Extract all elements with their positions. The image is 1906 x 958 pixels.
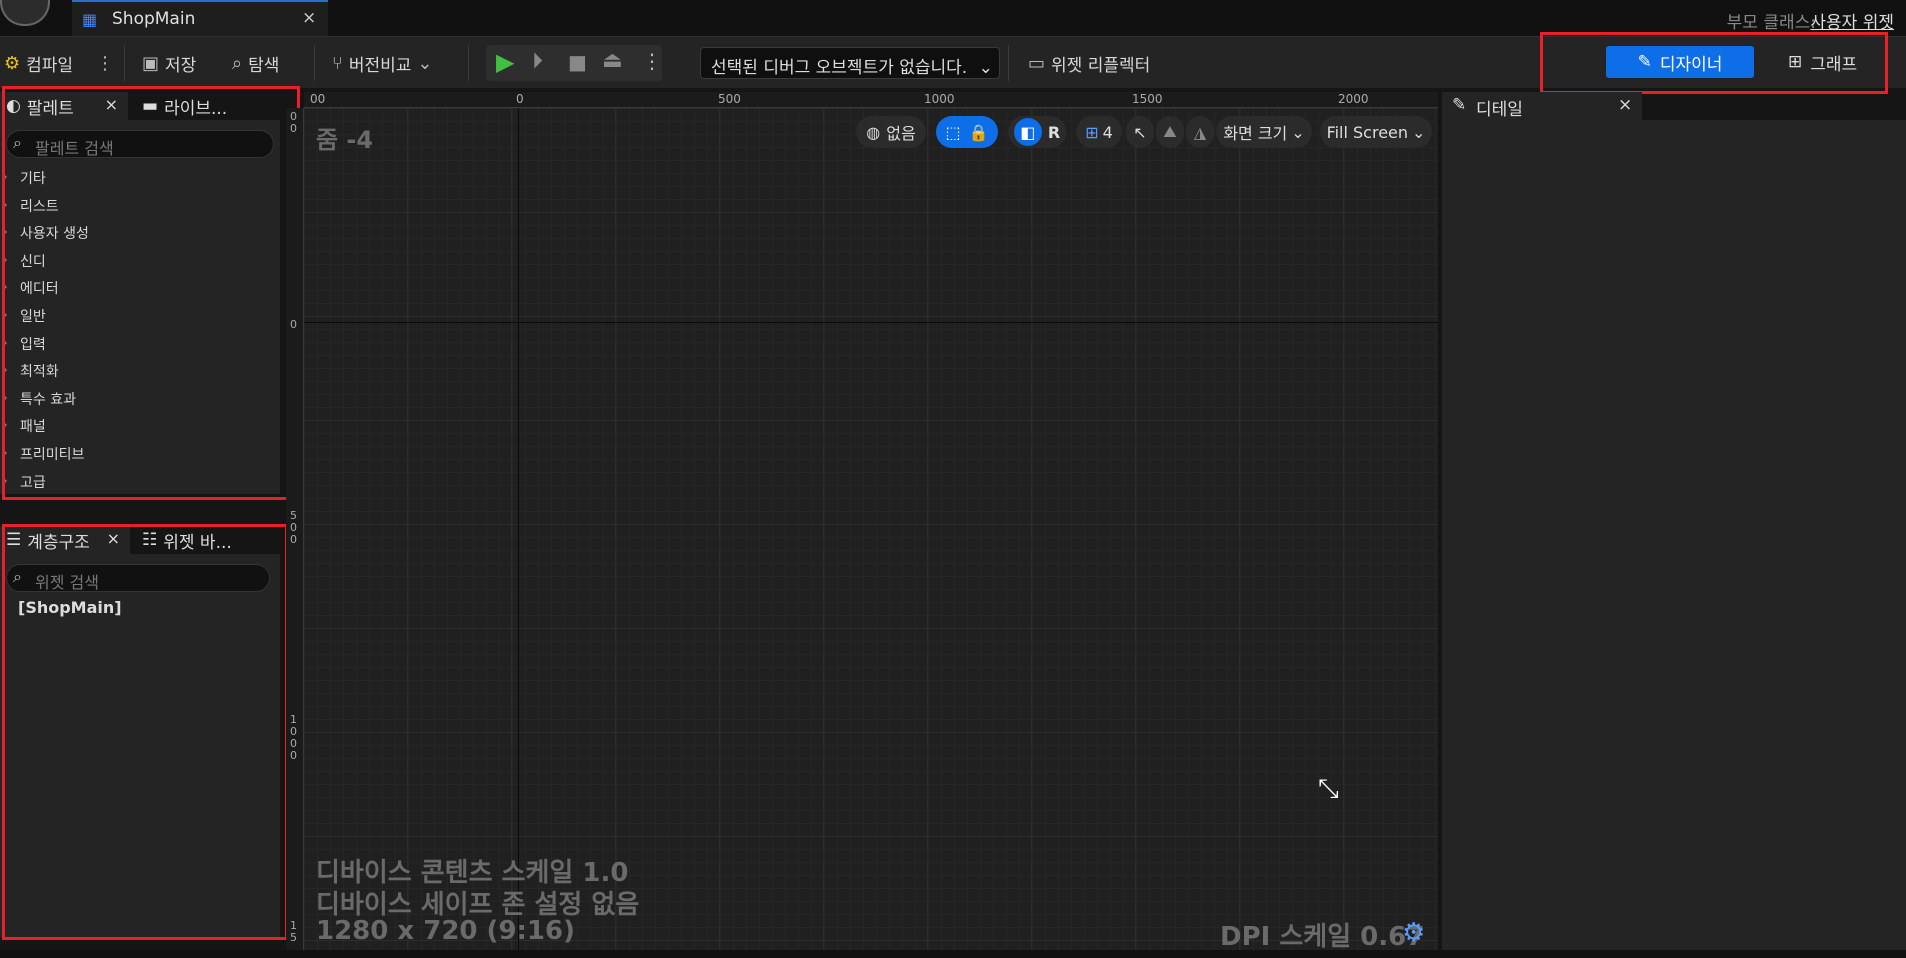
stop-icon[interactable]: ■	[568, 50, 587, 74]
viewport-origin-vertical	[518, 108, 519, 950]
details-tab[interactable]: ✎ 디테일 ×	[1442, 92, 1642, 120]
parent-class-label: 부모 클래스:	[1726, 13, 1816, 33]
chevron-down-icon: ⌄	[1291, 122, 1305, 142]
save-button[interactable]: ▣ 저장	[142, 47, 196, 79]
ruler-left: 0 0 0 5 0 0 1 0 0 0 1 5	[286, 108, 304, 950]
compile-button[interactable]: ⚙ 컴파일	[4, 47, 73, 79]
chevron-down-icon: ⌄	[978, 58, 993, 78]
rotate-toggle[interactable]: R	[1048, 123, 1060, 142]
widget-blueprint-icon: ▦	[82, 10, 98, 29]
hierarchy-highlight	[2, 524, 288, 940]
document-tab[interactable]: ▦ ShopMain ×	[72, 0, 328, 36]
widget-reflector-button[interactable]: ▭ 위젯 리플렉터	[1028, 47, 1150, 79]
play-options-icon[interactable]: ⋮	[642, 49, 662, 73]
parent-class-link[interactable]: 사용자 위젯	[1810, 8, 1894, 33]
ruler-tick: 00	[310, 92, 326, 106]
play-icon[interactable]: ▶	[496, 48, 514, 76]
screen-size-label: 화면 크기	[1223, 124, 1288, 143]
debug-object-select[interactable]: 선택된 디버그 오브젝트가 없습니다. ⌄	[700, 47, 1000, 79]
ruler-tick: 0	[516, 92, 524, 106]
respect-locks-group[interactable]: ◧ R	[1008, 116, 1066, 148]
layout-icon[interactable]: ◧	[1013, 118, 1042, 146]
close-details-icon[interactable]: ×	[1618, 95, 1632, 115]
ruler-tick: 1500	[1132, 92, 1163, 106]
chevron-down-icon: ⌄	[417, 52, 433, 74]
viewport-origin-horizontal	[304, 322, 1438, 323]
image-preview-icon[interactable]: ⛰	[1156, 116, 1184, 148]
diff-button[interactable]: ⑂ 버전비교 ⌄	[332, 47, 432, 79]
fill-mode-label: Fill Screen	[1326, 122, 1409, 142]
world-preview-label: 없음	[886, 124, 916, 143]
details-panel	[1442, 120, 1906, 950]
ruler-tick: 2000	[1338, 92, 1369, 106]
widget-reflector-label: 위젯 리플렉터	[1051, 55, 1151, 76]
dpi-settings-gear-icon[interactable]: ⚙	[1402, 918, 1425, 948]
status-bar	[0, 950, 1906, 958]
ruler-tick: 1000	[924, 92, 955, 106]
layout-lock-group[interactable]: ⬚ 🔒	[936, 116, 998, 148]
flip-icon[interactable]: ◮	[1186, 116, 1214, 148]
browse-label: 탐색	[248, 55, 280, 76]
ruler-tick: 500	[718, 92, 741, 106]
ruler-top: 00 0 500 1000 1500 2000	[304, 92, 1438, 108]
dotted-square-icon: ⬚	[945, 122, 961, 142]
fill-mode-dropdown[interactable]: Fill Screen ⌄	[1320, 116, 1432, 148]
step-icon[interactable]: ⏵	[532, 49, 543, 74]
grid-snap-group[interactable]: ⊞ 4	[1076, 116, 1122, 148]
ruler-tick: 5 0 0	[290, 509, 297, 546]
dpi-scale-text: DPI 스케일 0.67	[1220, 922, 1425, 952]
ruler-tick: 1 5	[290, 919, 297, 944]
ruler-tick: 0	[290, 318, 297, 331]
reflector-icon: ▭	[1028, 52, 1046, 74]
grid-icon: ⊞	[1085, 122, 1099, 142]
close-tab-icon[interactable]: ×	[302, 8, 316, 28]
compile-label: 컴파일	[26, 55, 74, 76]
mode-switch-highlight	[1540, 32, 1888, 94]
compile-options-icon[interactable]: ⋮	[96, 47, 114, 79]
debug-object-label: 선택된 디버그 오브젝트가 없습니다.	[711, 58, 968, 78]
resize-icon[interactable]: ⤡	[1318, 774, 1339, 805]
save-icon: ▣	[142, 52, 160, 74]
lock-icon: 🔒	[968, 122, 989, 142]
compile-status-icon: ⚙	[4, 52, 21, 74]
diff-label: 버전비교	[348, 55, 412, 76]
grid-size-value: 4	[1102, 122, 1113, 142]
ruler-tick: 1 0 0 0	[290, 713, 297, 762]
chevron-down-icon: ⌄	[1412, 122, 1426, 142]
designer-viewport[interactable]	[304, 108, 1438, 950]
eject-icon[interactable]: ⏏	[602, 48, 623, 73]
resolution-text: 1280 x 720 (9:16)	[316, 916, 575, 946]
browse-button[interactable]: ⌕ 탐색	[232, 47, 279, 79]
world-preview-toggle[interactable]: ◍ 없음	[856, 116, 926, 148]
play-controls: ▶ ⏵ ■ ⏏ ⋮	[486, 45, 662, 81]
diff-icon: ⑂	[332, 52, 343, 74]
document-tab-label: ShopMain	[112, 9, 196, 29]
ruler-tick: 0	[290, 122, 297, 135]
globe-icon: ◍	[866, 122, 881, 142]
details-tab-label: 디테일	[1476, 100, 1523, 120]
save-label: 저장	[165, 55, 197, 76]
browse-icon: ⌕	[232, 52, 243, 74]
zoom-label: 줌 -4	[316, 126, 374, 154]
select-mode-icon[interactable]: ↖	[1126, 116, 1154, 148]
screen-size-dropdown[interactable]: 화면 크기 ⌄	[1216, 116, 1312, 148]
palette-highlight	[2, 86, 300, 500]
details-icon: ✎	[1452, 95, 1467, 115]
